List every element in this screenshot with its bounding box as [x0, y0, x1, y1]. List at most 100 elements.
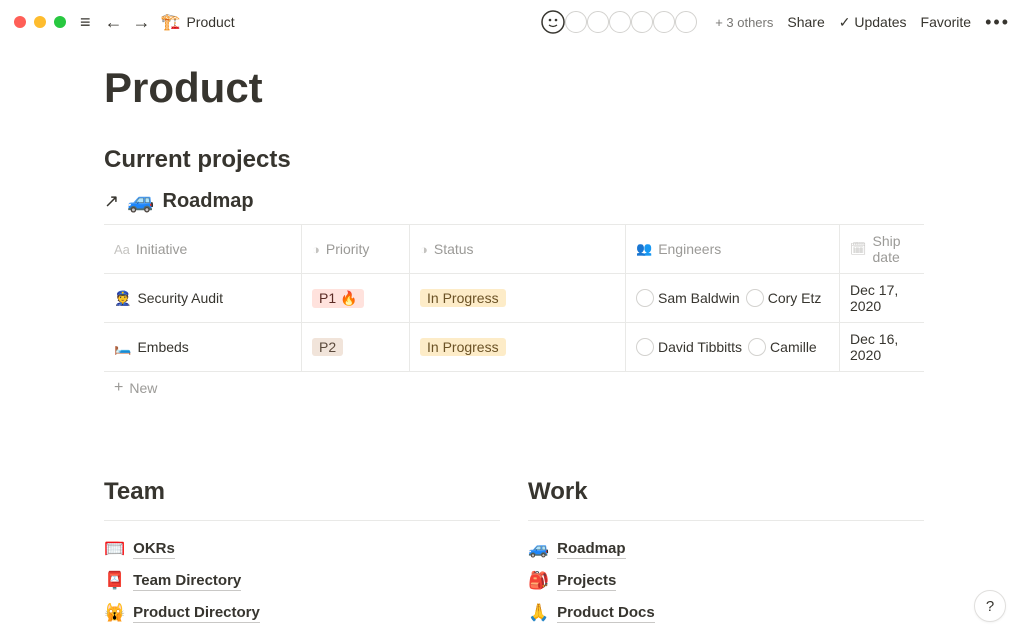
share-button[interactable]: Share: [787, 14, 824, 30]
cell-engineers[interactable]: Sam Baldwin Cory Etz: [626, 274, 840, 322]
status-tag: In Progress: [420, 338, 506, 356]
subheading-work: Work: [528, 478, 924, 521]
column-header-initiative[interactable]: Aa Initiative: [104, 225, 302, 273]
column-header-label: Engineers: [658, 241, 721, 257]
status-tag: In Progress: [420, 289, 506, 307]
team-section: Team 🥅 OKRs 📮 Team Directory 🙀 Product D…: [104, 478, 500, 629]
column-header-priority[interactable]: ◑ Priority: [302, 225, 410, 273]
cell-status[interactable]: In Progress: [410, 274, 626, 322]
avatar: [541, 10, 565, 34]
avatar: [746, 289, 764, 307]
priority-tag: P2: [312, 338, 343, 356]
avatar: [636, 338, 654, 356]
table-row[interactable]: 🛏️ Embeds P2 In Progress David Tibbitts …: [104, 323, 924, 372]
subheading-current-projects: Current projects: [104, 146, 924, 174]
cell-initiative[interactable]: 👮 Security Audit: [104, 274, 302, 322]
avatar: [636, 289, 654, 307]
column-header-ship-date[interactable]: 🗓 Ship date: [840, 225, 924, 273]
updates-button[interactable]: Updates: [839, 14, 907, 31]
linked-database-title[interactable]: ↗ 🚙 Roadmap: [104, 188, 924, 214]
engineer-name: Cory Etz: [768, 290, 822, 306]
page-link-label: Product Docs: [557, 604, 655, 623]
person-prop-icon: 👥: [636, 241, 652, 257]
page-link-label: Roadmap: [557, 540, 625, 559]
new-row-button[interactable]: + New: [104, 372, 924, 404]
subheading-team: Team: [104, 478, 500, 521]
date-prop-icon: 🗓: [850, 241, 867, 257]
breadcrumb[interactable]: 🏗️ Product: [161, 12, 235, 32]
avatar: [609, 11, 631, 33]
page-link-okrs[interactable]: 🥅 OKRs: [104, 533, 500, 565]
column-header-label: Ship date: [873, 233, 914, 265]
initiative-name: Security Audit: [137, 290, 223, 306]
select-prop-icon: ◑: [420, 242, 428, 257]
avatar: [631, 11, 653, 33]
page-link-label: Product Directory: [133, 604, 260, 623]
column-header-status[interactable]: ◑ Status: [410, 225, 626, 273]
cell-status[interactable]: In Progress: [410, 323, 626, 371]
avatar: [587, 11, 609, 33]
select-prop-icon: ◑: [312, 242, 320, 257]
avatar: [653, 11, 675, 33]
avatar: [565, 11, 587, 33]
initiative-name: Embeds: [137, 339, 188, 355]
breadcrumb-icon: 🏗️: [161, 12, 181, 32]
roadmap-icon: 🚙: [127, 188, 154, 214]
table-header-row: Aa Initiative ◑ Priority ◑ Status 👥 Engi…: [104, 225, 924, 274]
cell-priority[interactable]: P2: [302, 323, 410, 371]
title-prop-icon: Aa: [114, 242, 130, 257]
presence-avatars[interactable]: [541, 10, 697, 34]
cell-ship-date[interactable]: Dec 16, 2020: [840, 323, 924, 371]
help-button[interactable]: ?: [974, 590, 1006, 622]
avatar: [748, 338, 766, 356]
database-table: Aa Initiative ◑ Priority ◑ Status 👥 Engi…: [104, 224, 924, 404]
more-menu-icon[interactable]: •••: [985, 12, 1010, 33]
cell-engineers[interactable]: David Tibbitts Camille: [626, 323, 840, 371]
other-viewers-count[interactable]: + 3 others: [715, 15, 773, 30]
window-controls: [14, 16, 66, 28]
page-link-roadmap[interactable]: 🚙 Roadmap: [528, 533, 924, 565]
page-link-team-directory[interactable]: 📮 Team Directory: [104, 565, 500, 597]
new-row-label: New: [129, 380, 157, 396]
cell-priority[interactable]: P1 🔥: [302, 274, 410, 322]
page-link-label: OKRs: [133, 540, 175, 559]
back-button[interactable]: ←: [105, 12, 123, 33]
favorite-button[interactable]: Favorite: [921, 14, 972, 30]
sidebar-toggle-icon[interactable]: ≡: [76, 12, 95, 33]
page-icon: 🙏: [528, 603, 549, 623]
breadcrumb-title: Product: [186, 14, 234, 30]
close-window-icon[interactable]: [14, 16, 26, 28]
page-icon: 🙀: [104, 603, 125, 623]
table-row[interactable]: 👮 Security Audit P1 🔥 In Progress Sam Ba…: [104, 274, 924, 323]
avatar: [675, 11, 697, 33]
page-link-projects[interactable]: 🎒 Projects: [528, 565, 924, 597]
row-icon: 🛏️: [114, 339, 131, 356]
forward-button[interactable]: →: [133, 12, 151, 33]
engineer-name: Camille: [770, 339, 817, 355]
page-link-product-docs[interactable]: 🙏 Product Docs: [528, 597, 924, 629]
engineer-name: David Tibbitts: [658, 339, 742, 355]
page-link-label: Team Directory: [133, 572, 241, 591]
row-icon: 👮: [114, 290, 131, 307]
column-header-label: Initiative: [136, 241, 187, 257]
ship-date-value: Dec 16, 2020: [850, 331, 914, 363]
page-title: Product: [104, 64, 924, 112]
page-link-label: Projects: [557, 572, 616, 591]
topbar: ≡ ← → 🏗️ Product + 3 others Share Update…: [0, 0, 1024, 44]
engineer-name: Sam Baldwin: [658, 290, 740, 306]
column-header-label: Status: [434, 241, 474, 257]
cell-initiative[interactable]: 🛏️ Embeds: [104, 323, 302, 371]
page-icon: 🥅: [104, 539, 125, 559]
linked-database-label: Roadmap: [163, 190, 254, 213]
minimize-window-icon[interactable]: [34, 16, 46, 28]
page-icon: 🚙: [528, 539, 549, 559]
open-icon: ↗: [104, 191, 119, 212]
maximize-window-icon[interactable]: [54, 16, 66, 28]
cell-ship-date[interactable]: Dec 17, 2020: [840, 274, 924, 322]
column-header-label: Priority: [326, 241, 370, 257]
column-header-engineers[interactable]: 👥 Engineers: [626, 225, 840, 273]
page-icon: 📮: [104, 571, 125, 591]
page-link-product-directory[interactable]: 🙀 Product Directory: [104, 597, 500, 629]
plus-icon: +: [114, 380, 123, 396]
priority-tag: P1 🔥: [312, 289, 364, 308]
